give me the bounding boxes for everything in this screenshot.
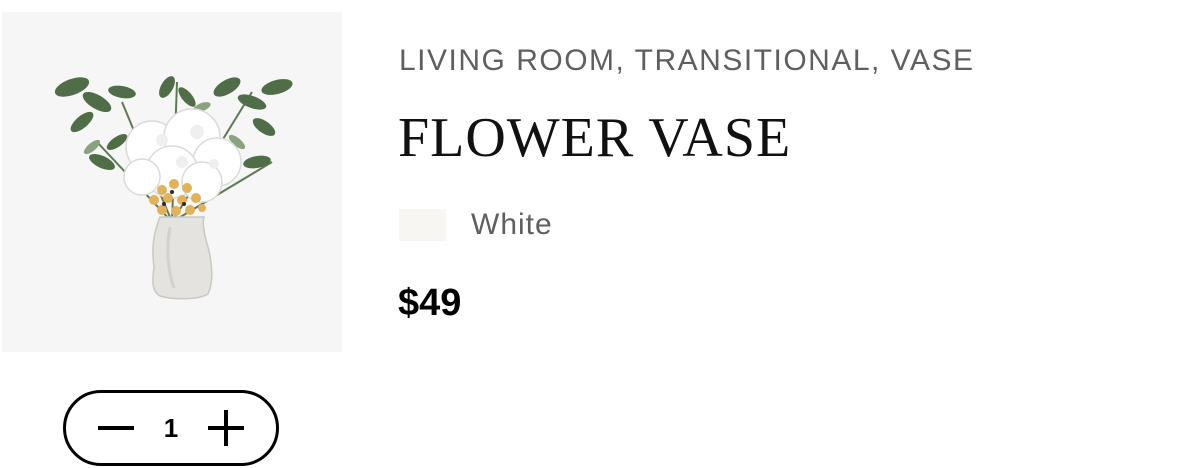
flower-vase-image — [54, 76, 293, 300]
plus-icon — [208, 410, 244, 446]
increment-button[interactable] — [204, 406, 248, 450]
product-price: $49 — [398, 282, 462, 324]
product-categories: LIVING ROOM, TRANSITIONAL, VASE — [399, 44, 975, 77]
variant-label: White — [471, 208, 553, 241]
product-image[interactable] — [2, 12, 342, 352]
quantity-value: 1 — [163, 412, 179, 443]
color-swatch[interactable] — [399, 209, 446, 241]
quantity-stepper: 1 — [63, 390, 279, 466]
decrement-button[interactable] — [94, 406, 138, 450]
product-title: FLOWER VASE — [398, 107, 792, 169]
variant-selector: White — [399, 208, 553, 242]
minus-icon — [98, 426, 134, 430]
